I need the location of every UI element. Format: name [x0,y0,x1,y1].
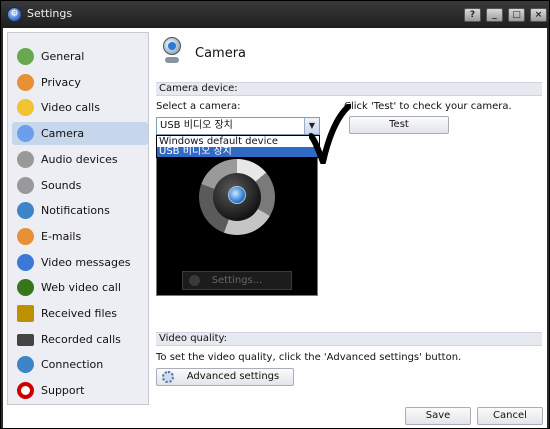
sidebar-item-connection[interactable]: Connection [12,353,148,376]
test-button[interactable]: Test [349,116,449,134]
gear-icon [162,371,174,383]
sidebar-item-label: Video messages [41,256,131,269]
received-files-icon [17,305,34,322]
sidebar-item-web-video-call[interactable]: Web video call [12,276,148,299]
support-icon [17,382,34,399]
window-title: Settings [27,7,73,20]
web-video-call-icon [17,279,34,296]
select-camera-label: Select a camera: [156,101,241,112]
sidebar-item-camera[interactable]: Camera [12,122,148,145]
close-button[interactable]: × [530,8,547,22]
camera-option-usb[interactable]: USB 비디오 장치 [157,147,319,157]
sidebar-item-label: Camera [41,127,85,140]
sidebar-item-notifications[interactable]: Notifications [12,199,148,222]
settings-sidebar: General Privacy Video calls Camera Audio… [7,32,149,405]
sounds-icon [17,177,34,194]
sidebar-item-label: Notifications [41,204,110,217]
preview-settings-button[interactable]: Settings... [182,271,292,290]
sidebar-item-recorded-calls[interactable]: Recorded calls [12,328,148,351]
dialog-footer: Save Cancel [3,405,547,428]
webcam-icon [161,37,183,67]
sidebar-item-label: Audio devices [41,153,118,166]
settings-client-area: General Privacy Video calls Camera Audio… [3,28,547,428]
connection-icon [17,356,34,373]
settings-window: ⚙ Settings ? _ □ × General Privacy Video… [0,0,550,429]
emails-icon [17,228,34,245]
sidebar-item-received-files[interactable]: Received files [12,302,148,325]
minimize-button[interactable]: _ [486,8,503,22]
camera-select-value: USB 비디오 장치 [160,120,233,131]
sidebar-item-label: General [41,50,85,63]
video-quality-text: To set the video quality, click the 'Adv… [156,352,462,363]
video-quality-header: Video quality: [156,332,542,346]
sidebar-item-video-calls[interactable]: Video calls [12,96,148,119]
title-bar: ⚙ Settings ? _ □ × [1,1,549,28]
webcam-small-icon [189,275,200,286]
sidebar-item-privacy[interactable]: Privacy [12,71,148,94]
save-button[interactable]: Save [405,407,471,425]
sidebar-item-sounds[interactable]: Sounds [12,174,148,197]
checkmark-annotation [309,104,351,164]
video-calls-icon [17,99,34,116]
audio-devices-icon [17,151,34,168]
sidebar-item-label: Support [41,384,85,397]
loading-spinner-icon [199,159,275,235]
camera-dropdown-list: Windows default device USB 비디오 장치 [156,135,320,158]
general-icon [17,48,34,65]
sidebar-item-video-messages[interactable]: Video messages [12,251,148,274]
maximize-button[interactable]: □ [508,8,525,22]
camera-lens-icon [228,186,246,204]
gear-icon: ⚙ [7,7,22,22]
help-button[interactable]: ? [464,8,481,22]
camera-settings-panel: Camera Camera device: Select a camera: C… [153,32,543,405]
cancel-button[interactable]: Cancel [477,407,543,425]
recorded-calls-icon [17,334,34,346]
camera-select[interactable]: USB 비디오 장치 ▼ [156,117,320,135]
sidebar-item-label: E-mails [41,230,82,243]
notifications-icon [17,202,34,219]
test-hint-text: Click 'Test' to check your camera. [344,101,512,112]
sidebar-item-label: Connection [41,358,104,371]
camera-icon [17,125,34,142]
advanced-settings-button[interactable]: Advanced settings [156,368,294,386]
sidebar-item-label: Recorded calls [41,333,121,346]
privacy-icon [17,74,34,91]
sidebar-item-label: Web video call [41,281,121,294]
sidebar-item-audio-devices[interactable]: Audio devices [12,148,148,171]
camera-preview: Settings... [156,148,318,296]
sidebar-item-support[interactable]: Support [12,379,148,402]
sidebar-item-label: Sounds [41,179,82,192]
sidebar-item-emails[interactable]: E-mails [12,225,148,248]
video-messages-icon [17,254,34,271]
sidebar-item-label: Received files [41,307,118,320]
camera-device-header: Camera device: [156,82,542,96]
page-title: Camera [195,46,247,61]
sidebar-item-label: Privacy [41,76,81,89]
sidebar-item-general[interactable]: General [12,45,148,68]
sidebar-item-label: Video calls [41,101,100,114]
